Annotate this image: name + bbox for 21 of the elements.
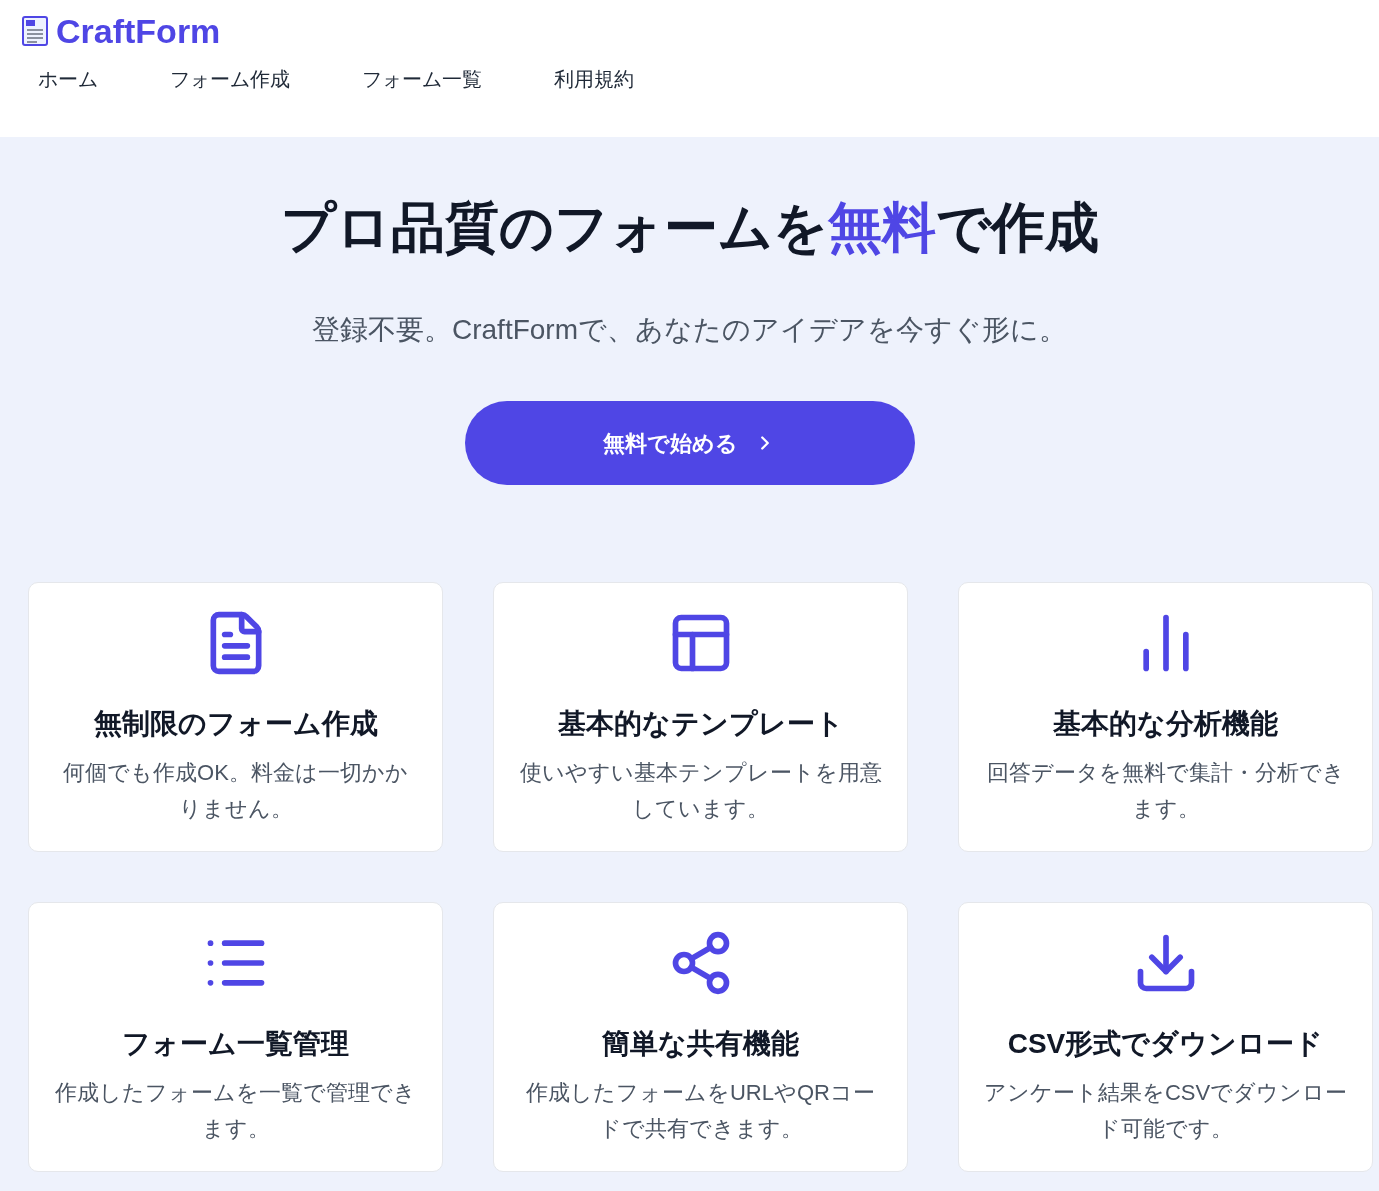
nav-link[interactable]: フォーム一覧 bbox=[362, 64, 482, 94]
nav-link[interactable]: フォーム作成 bbox=[170, 64, 290, 94]
nav-link[interactable]: 利用規約 bbox=[554, 64, 634, 94]
feature-title: 基本的なテンプレート bbox=[557, 707, 844, 741]
feature-description: アンケート結果をCSVでダウンロード可能です。 bbox=[982, 1079, 1349, 1143]
hero-title: プロ品質のフォームを無料で作成 bbox=[280, 196, 1099, 259]
feature-description: 作成したフォームをURLやQRコードで共有できます。 bbox=[525, 1079, 876, 1143]
hero-subtitle: 登録不要。CraftFormで、あなたのアイデアを今すぐ形に。 bbox=[312, 313, 1067, 347]
feature-description: 何個でも作成OK。料金は一切かかりません。 bbox=[62, 759, 409, 823]
feature-description: 回答データを無料で集計・分析できます。 bbox=[985, 759, 1346, 823]
feature-title: CSV形式でダウンロード bbox=[1007, 1027, 1324, 1061]
feature-title: 基本的な分析機能 bbox=[1053, 707, 1278, 741]
form-logo-icon bbox=[22, 16, 48, 46]
feature-title: フォーム一覧管理 bbox=[122, 1027, 349, 1061]
feature-title: 簡単な共有機能 bbox=[602, 1027, 799, 1061]
feature-title: 無制限のフォーム作成 bbox=[93, 707, 378, 741]
start-button[interactable]: 無料で始める bbox=[464, 401, 915, 485]
feature-description: 使いやすい基本テンプレートを用意しています。 bbox=[518, 759, 883, 823]
brand-name[interactable]: CraftForm bbox=[56, 12, 221, 50]
feature-description: 作成したフォームを一覧で管理できます。 bbox=[54, 1079, 417, 1143]
nav-link[interactable]: ホーム bbox=[38, 64, 98, 94]
